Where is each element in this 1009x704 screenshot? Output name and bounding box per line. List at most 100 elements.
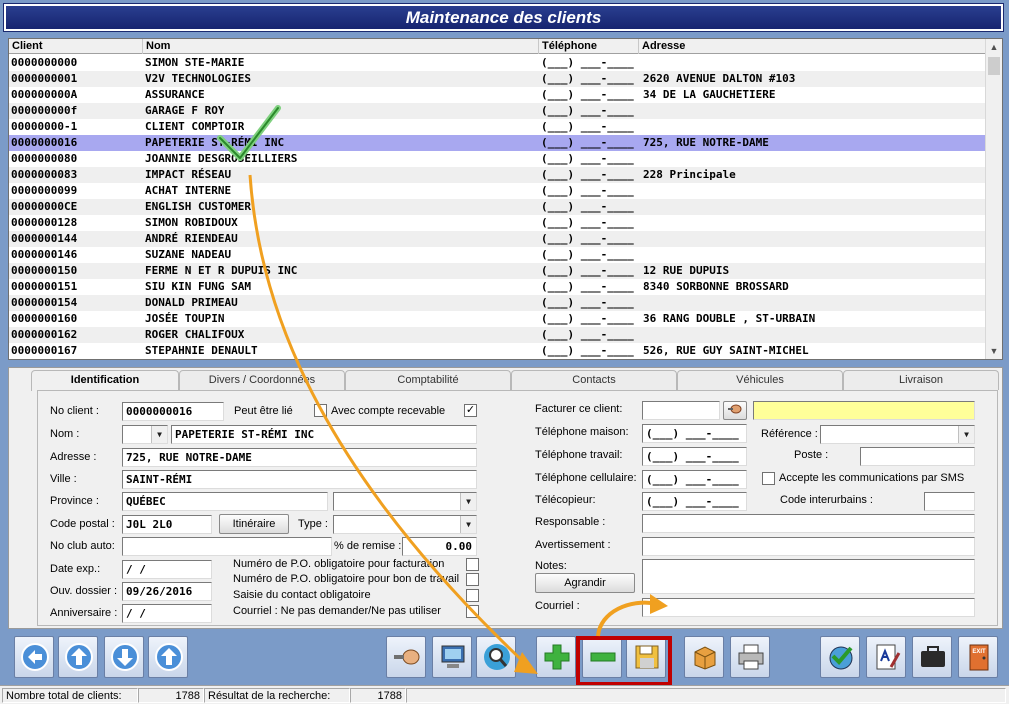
table-row[interactable]: 0000000146 SUZANE NADEAU (___) ___-____ bbox=[9, 247, 986, 263]
table-row[interactable]: 0000000167 STEPAHNIE DENAULT (___) ___-___… bbox=[9, 343, 986, 359]
table-row[interactable]: 0000000160 JOSÉE TOUPIN (___) ___-____ 36 R… bbox=[9, 311, 986, 327]
tab-contacts[interactable]: Contacts bbox=[511, 370, 677, 390]
telecopieur-field[interactable]: (___) ___-____ bbox=[642, 492, 747, 511]
table-row[interactable]: 0000000083 IMPACT RÉSEAU (___) ___-____ 228… bbox=[9, 167, 986, 183]
notes-field[interactable] bbox=[642, 559, 975, 594]
header-adresse[interactable]: Adresse bbox=[639, 39, 986, 54]
date-exp-field[interactable]: / / bbox=[122, 560, 212, 579]
scroll-up-icon[interactable]: ▲ bbox=[986, 39, 1002, 55]
type-label: Type : bbox=[298, 518, 328, 530]
cell-tel: (___) ___-____ bbox=[541, 168, 634, 181]
tel-travail-field[interactable]: (___) ___-____ bbox=[642, 447, 747, 466]
previous-record-button[interactable] bbox=[58, 636, 98, 678]
header-client[interactable]: Client bbox=[9, 39, 143, 54]
table-row[interactable]: 0000000000 SIMON STE-MARIE (___) ___-____ bbox=[9, 55, 986, 71]
globe-check-button[interactable] bbox=[820, 636, 860, 678]
cell-nom: JOSÉE TOUPIN bbox=[145, 312, 225, 325]
chevron-down-icon[interactable]: ▼ bbox=[151, 426, 167, 443]
anniversaire-field[interactable]: / / bbox=[122, 604, 212, 623]
print-button[interactable] bbox=[730, 636, 770, 678]
province-select[interactable]: ▼ bbox=[333, 492, 477, 511]
package-button[interactable] bbox=[684, 636, 724, 678]
scroll-down-icon[interactable]: ▼ bbox=[986, 343, 1002, 359]
last-record-button[interactable] bbox=[148, 636, 188, 678]
scroll-thumb[interactable] bbox=[988, 57, 1000, 75]
first-record-button[interactable] bbox=[14, 636, 54, 678]
avec-compte-checkbox[interactable]: ✓ bbox=[464, 404, 477, 417]
facturer-client-field[interactable] bbox=[642, 401, 720, 420]
tab-divers-coordonnees[interactable]: Divers / Coordonnées bbox=[179, 370, 345, 390]
chevron-down-icon[interactable]: ▼ bbox=[460, 516, 476, 533]
table-row[interactable]: 00000000CE ENGLISH CUSTOMER (___) ___-____ bbox=[9, 199, 986, 215]
code-interurbains-field[interactable] bbox=[924, 492, 975, 511]
table-row[interactable]: 0000000016 PAPETERIE ST-RÉMI INC (___) ___… bbox=[9, 135, 986, 151]
chevron-down-icon[interactable]: ▼ bbox=[460, 493, 476, 510]
no-club-auto-field[interactable] bbox=[122, 537, 332, 556]
table-row[interactable]: 0000000001 V2V TECHNOLOGIES (___) ___-____… bbox=[9, 71, 986, 87]
cell-client: 0000000000 bbox=[11, 56, 78, 69]
table-row[interactable]: 0000000099 ACHAT INTERNE (___) ___-____ bbox=[9, 183, 986, 199]
table-row[interactable]: 0000000128 SIMON ROBIDOUX (___) ___-____ bbox=[9, 215, 986, 231]
table-row[interactable]: 000000000A ASSURANCE (___) ___-____ 34 DE L… bbox=[9, 87, 986, 103]
itineraire-button[interactable]: Itinéraire bbox=[219, 514, 289, 534]
tel-cellulaire-label: Téléphone cellulaire: bbox=[535, 472, 637, 484]
total-clients-value: 1788 bbox=[138, 688, 204, 703]
nom-prefix-select[interactable]: ▼ bbox=[122, 425, 168, 444]
ville-field[interactable]: SAINT-RÉMI bbox=[122, 470, 477, 489]
code-postal-field[interactable]: J0L 2L0 bbox=[122, 515, 212, 534]
exit-label: EXIT bbox=[972, 649, 986, 655]
table-row[interactable]: 0000000154 DONALD PRIMEAU (___) ___-____ bbox=[9, 295, 986, 311]
table-row[interactable]: 0000000151 SIU KIN FUNG SAM (___) ___-____… bbox=[9, 279, 986, 295]
client-detail-panel: Identification Divers / Coordonnées Comp… bbox=[8, 367, 1003, 629]
ouv-dossier-field[interactable]: 09/26/2016 bbox=[122, 582, 212, 601]
tab-comptabilite[interactable]: Comptabilité bbox=[345, 370, 511, 390]
no-client-field[interactable]: 0000000016 bbox=[122, 402, 224, 421]
next-record-button[interactable] bbox=[104, 636, 144, 678]
document-edit-button[interactable] bbox=[866, 636, 906, 678]
add-icon bbox=[544, 644, 570, 670]
nom-field[interactable]: PAPETERIE ST-RÉMI INC bbox=[171, 425, 477, 444]
sms-checkbox[interactable] bbox=[762, 472, 775, 485]
tel-maison-field[interactable]: (___) ___-____ bbox=[642, 424, 747, 443]
province-field[interactable]: QUÉBEC bbox=[122, 492, 328, 511]
exit-button[interactable]: EXIT bbox=[958, 636, 998, 678]
table-row[interactable]: 0000000144 ANDRÉ RIENDEAU (___) ___-____ bbox=[9, 231, 986, 247]
table-row[interactable]: 000000000f GARAGE F ROY (___) ___-____ bbox=[9, 103, 986, 119]
table-row[interactable]: 0000000080 JOANNIE DESGROSEILLIERS (___) _… bbox=[9, 151, 986, 167]
add-client-button[interactable] bbox=[536, 636, 576, 678]
header-nom[interactable]: Nom bbox=[143, 39, 539, 54]
responsable-field[interactable] bbox=[642, 514, 975, 533]
tel-cellulaire-field[interactable]: (___) ___-____ bbox=[642, 470, 747, 489]
nav-last-icon bbox=[155, 643, 183, 671]
remise-field[interactable]: 0.00 bbox=[402, 537, 477, 556]
tab-identification[interactable]: Identification bbox=[31, 370, 179, 391]
agrandir-button[interactable]: Agrandir bbox=[535, 573, 635, 593]
chevron-down-icon[interactable]: ▼ bbox=[958, 426, 974, 443]
tab-vehicules[interactable]: Véhicules bbox=[677, 370, 843, 390]
find-button[interactable] bbox=[476, 636, 516, 678]
clients-grid[interactable]: Client Nom Téléphone Adresse 0000000000 S… bbox=[8, 38, 1003, 360]
po-bon-travail-checkbox[interactable] bbox=[466, 573, 479, 586]
table-row[interactable]: 0000000150 FERME N ET R DUPUIS INC (___) _… bbox=[9, 263, 986, 279]
po-facturation-checkbox[interactable] bbox=[466, 558, 479, 571]
computer-button[interactable] bbox=[432, 636, 472, 678]
cell-tel: (___) ___-____ bbox=[541, 216, 634, 229]
search-client-button[interactable] bbox=[386, 636, 426, 678]
type-select[interactable]: ▼ bbox=[333, 515, 477, 534]
facturer-lookup-button[interactable] bbox=[723, 401, 747, 420]
courriel-field[interactable] bbox=[642, 598, 975, 617]
header-telephone[interactable]: Téléphone bbox=[539, 39, 639, 54]
adresse-field[interactable]: 725, RUE NOTRE-DAME bbox=[122, 448, 477, 467]
briefcase-button[interactable] bbox=[912, 636, 952, 678]
reference-select[interactable]: ▼ bbox=[820, 425, 975, 444]
poste-field[interactable] bbox=[860, 447, 975, 466]
courriel-ne-pas-checkbox[interactable] bbox=[466, 605, 479, 618]
table-row[interactable]: 0000000162 ROGER CHALIFOUX (___) ___-____ bbox=[9, 327, 986, 343]
saisie-contact-checkbox[interactable] bbox=[466, 589, 479, 602]
tab-livraison[interactable]: Livraison bbox=[843, 370, 999, 390]
peut-etre-lie-checkbox[interactable] bbox=[314, 404, 327, 417]
cell-nom: SUZANE NADEAU bbox=[145, 248, 232, 261]
table-row[interactable]: 00000000-1 CLIENT COMPTOIR (___) ___-____ bbox=[9, 119, 986, 135]
grid-scrollbar[interactable]: ▲ ▼ bbox=[985, 39, 1002, 359]
avertissement-field[interactable] bbox=[642, 537, 975, 556]
